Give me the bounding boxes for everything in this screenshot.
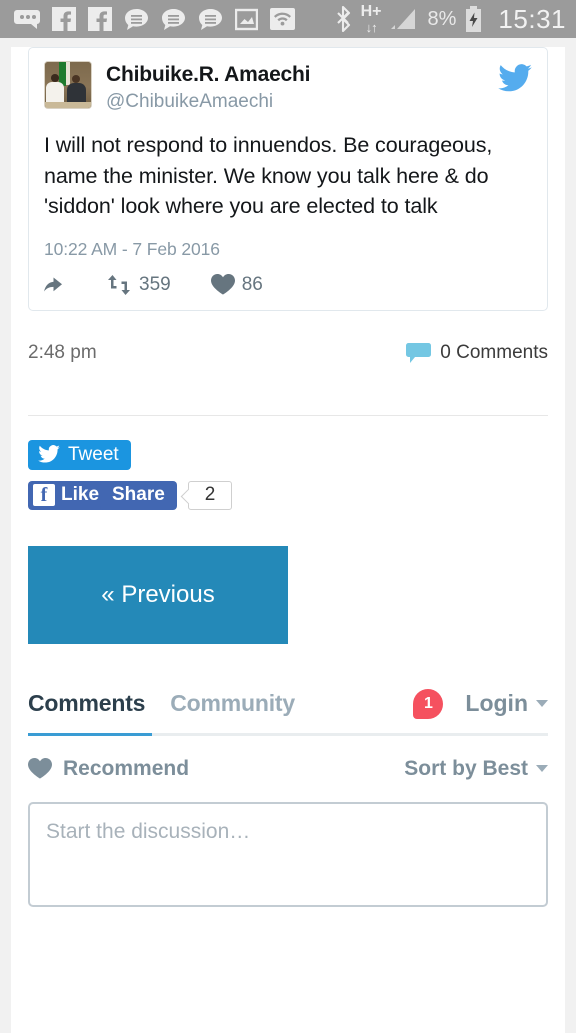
facebook-share-row: f Like Share 2 [28,480,548,512]
like-button[interactable]: 86 [210,273,263,296]
retweet-icon [108,274,130,295]
status-bar-notification-icons [14,7,335,31]
tweet-display-name[interactable]: Chibuike.R. Amaechi [106,62,498,88]
avatar[interactable] [44,61,92,109]
tweet-header: Chibuike.R. Amaechi @ChibuikeAmaechi [44,61,532,114]
post-meta-row: 2:48 pm 0 Comments [11,342,565,364]
chevron-down-icon [536,765,548,773]
tweet-action-bar: 359 86 [44,274,532,296]
wifi-icon [270,8,295,30]
disqus-comments-widget: Comments Community 1 Login Recommend Sor… [28,688,548,912]
sms-message-icon [162,8,185,30]
disqus-tab-bar: Comments Community 1 Login [28,688,548,733]
embedded-tweet-card[interactable]: Chibuike.R. Amaechi @ChibuikeAmaechi I w… [28,47,548,311]
login-label: Login [465,690,528,717]
page-content-area: Chibuike.R. Amaechi @ChibuikeAmaechi I w… [0,47,576,1033]
facebook-like-label: Like [61,484,100,506]
reply-button[interactable] [44,275,70,295]
sms-message-icon [125,8,148,30]
facebook-like-button[interactable]: f Like [28,480,109,510]
like-count: 86 [241,273,263,295]
facebook-icon [88,7,112,31]
disqus-tab-underline [28,732,548,736]
facebook-f-icon: f [33,484,55,507]
battery-percent-label: 8% [427,8,457,30]
heart-icon [28,758,52,779]
facebook-share-button[interactable]: Share [100,480,177,510]
tab-community[interactable]: Community [170,690,295,717]
login-dropdown[interactable]: Login [465,690,548,717]
sort-dropdown[interactable]: Sort by Best [404,757,548,781]
facebook-share-label: Share [112,484,165,506]
heart-icon [210,274,235,295]
previous-page-button[interactable]: « Previous [28,545,288,644]
status-bar: H+ ↓↑ 8% 15:31 [0,0,576,38]
notification-badge[interactable]: 1 [413,688,444,719]
disqus-subheader: Recommend Sort by Best [28,757,548,781]
retweet-button[interactable]: 359 [106,274,171,296]
facebook-share-count: 2 [204,484,216,506]
messaging-dots-icon [14,10,40,29]
network-type-label: H+ [360,3,382,20]
network-type-indicator: H+ ↓↑ [360,3,382,35]
tweet-timestamp[interactable]: 10:22 AM - 7 Feb 2016 [44,239,532,260]
comment-input[interactable] [28,801,548,907]
tweet-text: I will not respond to innuendos. Be cour… [44,133,493,219]
twitter-bird-icon [38,445,60,463]
comment-bubble-icon [406,342,432,363]
sort-label: Sort by Best [404,756,528,780]
facebook-share-count-bubble: 2 [188,480,232,510]
tab-comments[interactable]: Comments [28,690,145,717]
screenshot-image-icon [235,8,258,30]
comments-link[interactable]: 0 Comments [406,342,548,364]
tweet-handle[interactable]: @ChibuikeAmaechi [106,90,498,115]
comments-count-label: 0 Comments [440,341,548,363]
chevron-down-icon [536,700,548,708]
social-share-area: Tweet f Like Share 2 [11,416,565,512]
twitter-bird-icon[interactable] [498,61,532,97]
tweet-share-button[interactable]: Tweet [28,439,131,470]
tweet-author-block: Chibuike.R. Amaechi @ChibuikeAmaechi [106,61,498,114]
recommend-button[interactable]: Recommend [28,757,189,781]
clock-label: 15:31 [498,4,566,34]
tweet-share-label: Tweet [68,443,119,465]
retweet-count: 359 [139,273,171,295]
recommend-label: Recommend [63,756,190,780]
signal-bars-icon [390,9,415,29]
reply-arrow-icon [44,277,62,292]
data-transfer-arrows: ↓↑ [365,20,378,35]
status-bar-system-icons: H+ ↓↑ 8% 15:31 [335,4,566,34]
post-time: 2:48 pm [28,341,97,363]
facebook-icon [52,7,76,31]
sms-message-icon [199,8,222,30]
bluetooth-icon [336,6,350,32]
battery-charging-icon [466,6,482,32]
